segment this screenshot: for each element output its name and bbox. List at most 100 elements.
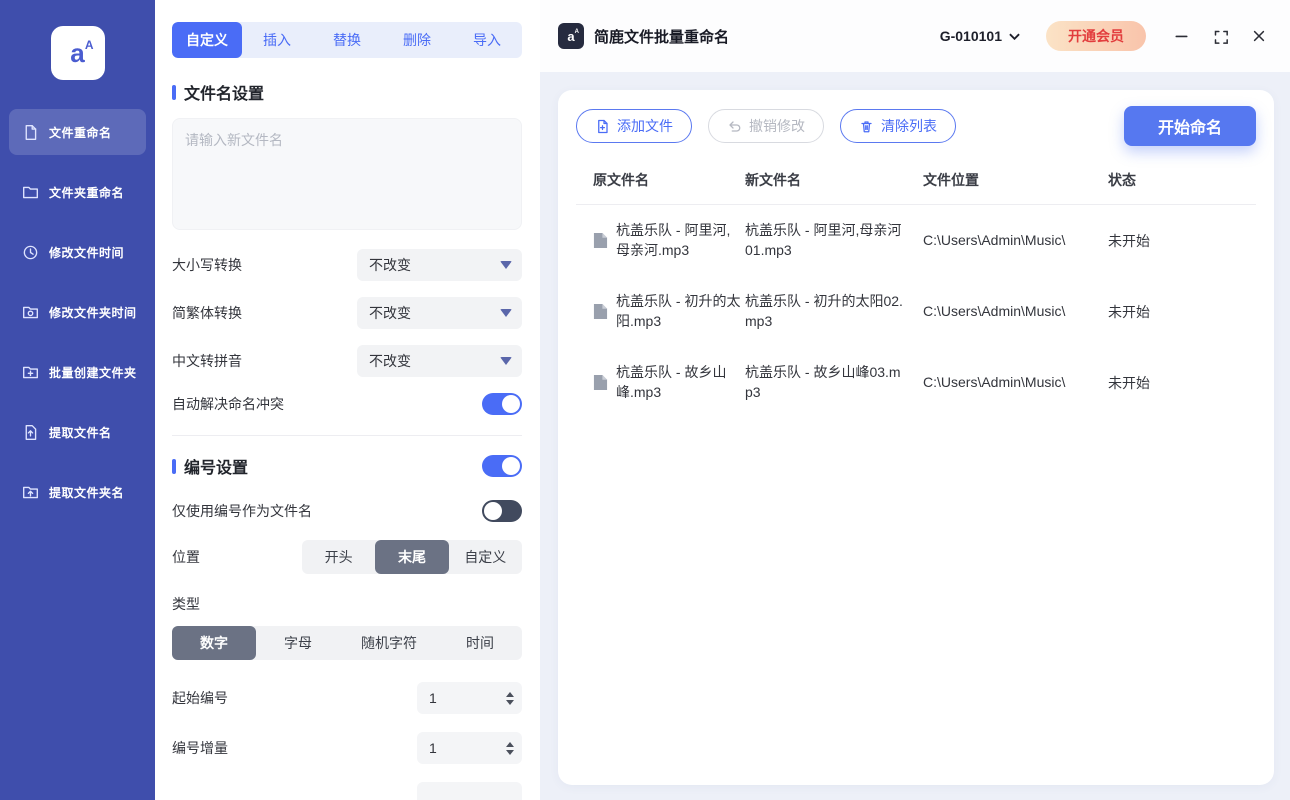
- file-location: C:\Users\Admin\Music\: [923, 374, 1066, 391]
- sidebar-item-label: 批量创建文件夹: [49, 365, 137, 380]
- increment-input[interactable]: 1: [417, 732, 522, 764]
- case-convert-value: 不改变: [369, 257, 411, 273]
- stepper-up-icon[interactable]: [506, 691, 514, 697]
- tab-insert[interactable]: 插入: [242, 22, 312, 58]
- position-segmented-control: 开头 末尾 自定义: [302, 540, 522, 574]
- stepper-down-icon[interactable]: [506, 699, 514, 705]
- number-stepper[interactable]: [506, 741, 514, 755]
- table-row[interactable]: 杭盖乐队 - 故乡山峰.mp3 杭盖乐队 - 故乡山峰03.mp3 C:\Use…: [576, 347, 1256, 418]
- maximize-button[interactable]: [1213, 29, 1228, 44]
- new-filename: 杭盖乐队 - 故乡山峰03.mp3: [745, 364, 901, 400]
- file-icon: [593, 374, 608, 391]
- position-option-custom[interactable]: 自定义: [449, 540, 522, 574]
- new-filename: 杭盖乐队 - 初升的太阳02.mp3: [745, 293, 903, 329]
- main-area: a A 简鹿文件批量重命名 G-010101 开通会员 添加文件 撤销修改 清除…: [540, 0, 1290, 800]
- sidebar-item-label: 文件重命名: [49, 125, 112, 140]
- undo-icon: [729, 120, 741, 132]
- sidebar-item-extract-filename[interactable]: 提取文件名: [9, 409, 146, 455]
- case-convert-select[interactable]: 不改变: [357, 249, 522, 281]
- toggle-knob: [502, 457, 520, 475]
- table-header: 原文件名 新文件名 文件位置 状态: [576, 170, 1256, 205]
- new-filename-input[interactable]: [172, 118, 522, 230]
- file-location: C:\Users\Admin\Music\: [923, 302, 1066, 319]
- extract-filename-icon: [22, 424, 39, 441]
- section-accent-bar: [172, 84, 176, 100]
- stepper-down-icon[interactable]: [506, 749, 514, 755]
- type-option-time[interactable]: 时间: [438, 626, 522, 660]
- chevron-down-icon: [500, 309, 512, 317]
- app-logo: a A: [50, 26, 105, 80]
- file-location: C:\Users\Admin\Music\: [923, 231, 1066, 248]
- chevron-down-icon: [500, 357, 512, 365]
- position-option-end[interactable]: 末尾: [375, 540, 449, 574]
- simplified-convert-select[interactable]: 不改变: [357, 297, 522, 329]
- file-table: 原文件名 新文件名 文件位置 状态 杭盖乐队 - 阿里河,母亲河.mp3 杭盖乐…: [576, 170, 1256, 419]
- open-membership-button[interactable]: 开通会员: [1046, 21, 1146, 51]
- filename-section-title: 文件名设置: [184, 86, 265, 103]
- undo-button[interactable]: 撤销修改: [708, 109, 824, 143]
- start-rename-button[interactable]: 开始命名: [1123, 106, 1256, 146]
- extract-foldername-icon: [22, 484, 39, 501]
- chevron-down-icon: [1009, 33, 1020, 40]
- tab-import[interactable]: 导入: [452, 22, 522, 58]
- status-text: 未开始: [1108, 374, 1150, 391]
- pinyin-convert-select[interactable]: 不改变: [357, 345, 522, 377]
- only-number-label: 仅使用编号作为文件名: [172, 503, 312, 519]
- start-number-value: 1: [429, 690, 437, 706]
- col-location: 文件位置: [923, 172, 979, 188]
- file-list-card: 添加文件 撤销修改 清除列表 开始命名 原文件名 新文件名 文件位置 状态 杭盖…: [558, 90, 1274, 785]
- position-label: 位置: [172, 549, 200, 565]
- type-option-number[interactable]: 数字: [172, 626, 256, 660]
- sidebar-item-label: 修改文件时间: [49, 245, 125, 260]
- auto-resolve-toggle[interactable]: [482, 393, 522, 415]
- maximize-icon: [1214, 30, 1228, 44]
- numbering-enable-toggle[interactable]: [482, 455, 522, 477]
- sidebar-item-folder-rename[interactable]: 文件夹重命名: [9, 169, 146, 215]
- tab-delete[interactable]: 删除: [382, 22, 452, 58]
- sidebar-item-extract-foldername[interactable]: 提取文件夹名: [9, 469, 146, 515]
- add-files-button[interactable]: 添加文件: [576, 109, 692, 143]
- stepper-up-icon[interactable]: [506, 741, 514, 747]
- col-original-name: 原文件名: [593, 172, 649, 188]
- folder-time-icon: [22, 304, 39, 321]
- sidebar: a A 文件重命名 文件夹重命名 修改文件时间 修改文件夹时间 批量创建文件夹 …: [0, 0, 155, 800]
- number-stepper[interactable]: [506, 691, 514, 705]
- close-button[interactable]: [1252, 29, 1266, 43]
- status-text: 未开始: [1108, 303, 1150, 320]
- tab-custom[interactable]: 自定义: [172, 22, 242, 58]
- add-files-label: 添加文件: [617, 118, 673, 134]
- type-label: 类型: [172, 596, 200, 612]
- clipped-number-input[interactable]: [417, 782, 522, 800]
- type-segmented-control: 数字 字母 随机字符 时间: [172, 626, 522, 660]
- increment-value: 1: [429, 740, 437, 756]
- original-filename: 杭盖乐队 - 阿里河,母亲河.mp3: [616, 222, 731, 258]
- version-label: G-010101: [939, 28, 1002, 44]
- table-row[interactable]: 杭盖乐队 - 初升的太阳.mp3 杭盖乐队 - 初升的太阳02.mp3 C:\U…: [576, 276, 1256, 347]
- table-row[interactable]: 杭盖乐队 - 阿里河,母亲河.mp3 杭盖乐队 - 阿里河,母亲河01.mp3 …: [576, 205, 1256, 276]
- position-option-start[interactable]: 开头: [302, 540, 375, 574]
- sidebar-item-label: 修改文件夹时间: [49, 305, 137, 320]
- sidebar-item-label: 提取文件夹名: [49, 485, 125, 500]
- start-number-input[interactable]: 1: [417, 682, 522, 714]
- settings-panel: 自定义 插入 替换 删除 导入 文件名设置 大小写转换 不改变 简繁体转换 不改…: [155, 0, 540, 800]
- minimize-button[interactable]: [1174, 29, 1189, 43]
- version-dropdown[interactable]: G-010101: [940, 28, 1020, 44]
- sidebar-item-create-folders[interactable]: 批量创建文件夹: [9, 349, 146, 395]
- logo-letter: a: [70, 38, 85, 68]
- folder-rename-icon: [22, 184, 39, 201]
- pinyin-convert-value: 不改变: [369, 353, 411, 369]
- sidebar-item-folder-time[interactable]: 修改文件夹时间: [9, 289, 146, 335]
- file-time-icon: [22, 244, 39, 261]
- sidebar-item-file-rename[interactable]: 文件重命名: [9, 109, 146, 155]
- title-bar: a A 简鹿文件批量重命名 G-010101 开通会员: [540, 0, 1290, 72]
- logo-letter-small: A: [84, 38, 94, 52]
- only-number-toggle[interactable]: [482, 500, 522, 522]
- sidebar-item-file-time[interactable]: 修改文件时间: [9, 229, 146, 275]
- toggle-knob: [502, 395, 520, 413]
- tab-replace[interactable]: 替换: [312, 22, 382, 58]
- type-option-letter[interactable]: 字母: [256, 626, 340, 660]
- create-folders-icon: [22, 364, 39, 381]
- clear-list-button[interactable]: 清除列表: [840, 109, 956, 143]
- type-option-random[interactable]: 随机字符: [340, 626, 438, 660]
- col-status: 状态: [1108, 172, 1136, 188]
